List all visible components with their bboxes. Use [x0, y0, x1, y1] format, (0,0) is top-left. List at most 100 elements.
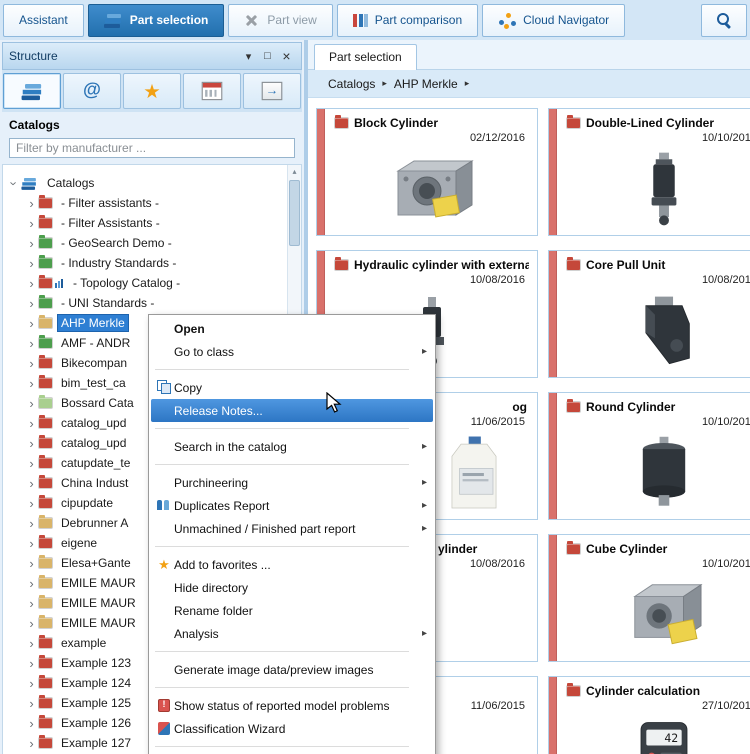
- card-title: Cube Cylinder: [586, 541, 668, 556]
- expander-icon[interactable]: [25, 436, 38, 451]
- tree-item[interactable]: - Filter Assistants -: [3, 213, 301, 233]
- catalog-card[interactable]: Round Cylinder 10/10/2016: [548, 392, 750, 520]
- menu-item[interactable]: Hide directory: [151, 576, 433, 599]
- tree-item[interactable]: - UNI Standards -: [3, 293, 301, 313]
- tree-item[interactable]: - Industry Standards -: [3, 253, 301, 273]
- tree-item[interactable]: - Topology Catalog -: [3, 273, 301, 293]
- catalog-card[interactable]: Cube Cylinder 10/10/2016: [548, 534, 750, 662]
- folder-icon: [39, 355, 52, 368]
- card-header: Hydraulic cylinder with externa: [335, 256, 529, 272]
- folder-icon: [39, 255, 52, 268]
- top-tab[interactable]: Part view: [228, 3, 333, 37]
- card-accent-bar: [317, 109, 325, 235]
- expander-icon[interactable]: [25, 556, 38, 571]
- expander-icon[interactable]: [25, 496, 38, 511]
- folder-icon: [39, 475, 52, 488]
- breadcrumb-item[interactable]: AHP Merkle: [394, 77, 476, 91]
- expander-icon[interactable]: [25, 356, 38, 371]
- expander-icon[interactable]: [25, 616, 38, 631]
- menu-item[interactable]: Generate image data/preview images: [151, 658, 433, 681]
- tree-item[interactable]: Catalogs: [3, 173, 301, 193]
- expander-icon[interactable]: [25, 296, 38, 311]
- expander-icon[interactable]: [8, 176, 21, 191]
- expander-icon[interactable]: [25, 336, 38, 351]
- menu-item[interactable]: Search in the catalog: [151, 435, 433, 458]
- manufacturer-filter-input[interactable]: [9, 138, 295, 158]
- expander-icon[interactable]: [25, 596, 38, 611]
- calendar-icon: [201, 81, 223, 101]
- toolbar-button[interactable]: [183, 73, 241, 109]
- expander-icon[interactable]: [25, 476, 38, 491]
- catalog-card[interactable]: Double-Lined Cylinder 10/10/2016: [548, 108, 750, 236]
- expander-icon[interactable]: [25, 516, 38, 531]
- expander-icon[interactable]: [25, 236, 38, 251]
- expander-icon[interactable]: [25, 696, 38, 711]
- folder-icon: [39, 415, 52, 428]
- scroll-up-icon[interactable]: [288, 165, 301, 178]
- tree-item[interactable]: - Filter assistants -: [3, 193, 301, 213]
- menu-item[interactable]: Classification Wizard: [151, 717, 433, 740]
- toolbar-button[interactable]: [243, 73, 301, 109]
- expander-icon[interactable]: [25, 636, 38, 651]
- expander-icon[interactable]: [25, 276, 38, 291]
- top-tab[interactable]: Part comparison: [336, 3, 479, 37]
- search-button[interactable]: [701, 3, 747, 37]
- card-date: 10/10/2016: [701, 132, 750, 144]
- expander-icon[interactable]: [25, 416, 38, 431]
- catalog-card[interactable]: Block Cylinder 02/12/2016: [316, 108, 538, 236]
- expander-icon[interactable]: [25, 196, 38, 211]
- scroll-thumb[interactable]: [289, 180, 300, 246]
- top-tab[interactable]: Assistant: [3, 3, 84, 37]
- toolbar-button[interactable]: [63, 73, 121, 109]
- menu-item[interactable]: Add to favorites ...: [151, 553, 433, 576]
- menu-separator: [151, 363, 433, 376]
- catalog-card[interactable]: Cylinder calculation 27/10/2016 42: [548, 676, 750, 754]
- expander-icon[interactable]: [25, 256, 38, 271]
- filter-row: [2, 136, 302, 164]
- menu-item[interactable]: Open: [151, 317, 433, 340]
- expander-icon[interactable]: [25, 216, 38, 231]
- tab-part-selection[interactable]: Part selection: [314, 44, 417, 70]
- exit-icon: [261, 81, 283, 101]
- catalogs-heading: Catalogs: [9, 118, 60, 132]
- menu-item[interactable]: Go to class: [151, 340, 433, 363]
- card-accent-bar: [549, 393, 557, 519]
- folder-icon: [39, 675, 52, 688]
- search-icon: [716, 12, 732, 28]
- expander-icon[interactable]: [25, 456, 38, 471]
- top-tab[interactable]: Cloud Navigator: [482, 3, 626, 37]
- breadcrumb-item[interactable]: Catalogs: [328, 77, 394, 91]
- dropdown-icon[interactable]: [240, 48, 257, 65]
- card-header: Cube Cylinder: [567, 540, 750, 556]
- menu-separator: [151, 681, 433, 694]
- expander-icon[interactable]: [25, 316, 38, 331]
- maximize-icon[interactable]: [259, 48, 276, 65]
- expander-icon[interactable]: [25, 576, 38, 591]
- expander-icon[interactable]: [25, 716, 38, 731]
- toolbar-button[interactable]: [3, 73, 61, 109]
- menu-item[interactable]: Analysis: [151, 622, 433, 645]
- menu-item[interactable]: Show status of reported model problems: [151, 694, 433, 717]
- folder-icon: [39, 615, 52, 628]
- expander-icon[interactable]: [25, 656, 38, 671]
- menu-item[interactable]: Copy: [151, 376, 433, 399]
- expander-icon[interactable]: [25, 676, 38, 691]
- expander-icon[interactable]: [25, 376, 38, 391]
- expander-icon[interactable]: [25, 396, 38, 411]
- tree-item[interactable]: - GeoSearch Demo -: [3, 233, 301, 253]
- close-icon[interactable]: [278, 48, 295, 65]
- books-icon: [21, 82, 43, 100]
- top-tab[interactable]: Part selection: [87, 3, 225, 37]
- menu-item[interactable]: Release Notes...: [151, 399, 433, 422]
- folder-icon: [567, 682, 580, 696]
- menu-item[interactable]: Unmachined / Finished part report: [151, 517, 433, 540]
- menu-item[interactable]: Purchineering: [151, 471, 433, 494]
- toolbar-button[interactable]: [123, 73, 181, 109]
- comparison-icon: [352, 13, 368, 27]
- folder-icon: [39, 655, 52, 668]
- menu-item[interactable]: Duplicates Report: [151, 494, 433, 517]
- expander-icon[interactable]: [25, 736, 38, 751]
- expander-icon[interactable]: [25, 536, 38, 551]
- menu-item[interactable]: Rename folder: [151, 599, 433, 622]
- catalog-card[interactable]: Core Pull Unit 10/08/2016: [548, 250, 750, 378]
